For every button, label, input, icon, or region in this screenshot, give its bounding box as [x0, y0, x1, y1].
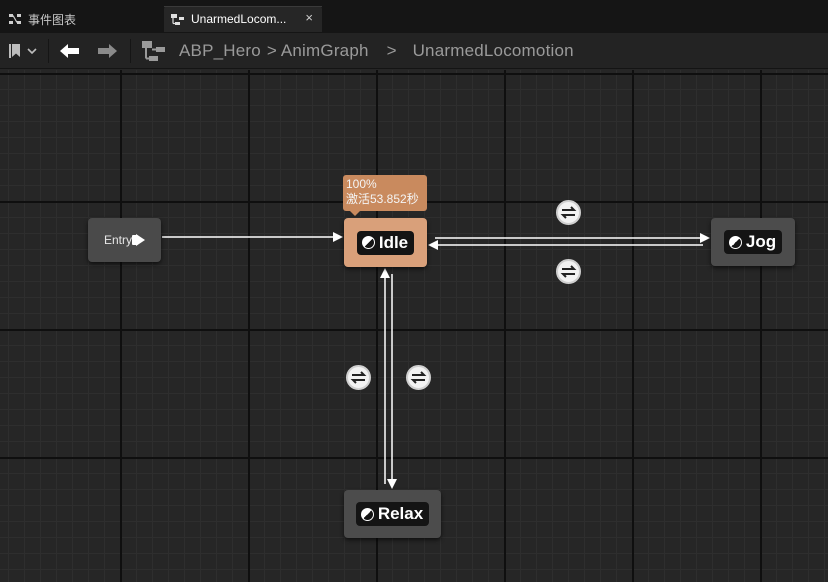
tooltip-active-time: 激活53.852秒 [346, 192, 419, 206]
transition-rule-icon [560, 206, 577, 219]
transition-rule-icon [410, 371, 427, 384]
state-title: Relax [355, 502, 430, 526]
state-node-idle[interactable]: Idle [344, 218, 427, 267]
transition-rule-relax-to-idle[interactable] [346, 365, 371, 390]
state-title: Idle [356, 230, 415, 255]
state-icon [728, 235, 742, 249]
state-icon [361, 236, 375, 249]
state-icon [360, 507, 374, 521]
state-label-jog: Jog [745, 232, 777, 251]
transition-rule-idle-to-relax[interactable] [406, 365, 431, 390]
entry-node-label: Entry [103, 233, 132, 247]
tooltip-weight: 100% [346, 177, 377, 191]
active-state-tooltip: 100% 激活53.852秒 [343, 175, 427, 216]
state-label-idle: Idle [378, 232, 409, 252]
transition-rule-icon [560, 265, 577, 278]
state-node-jog[interactable]: Jog [711, 218, 795, 266]
state-title: Jog [723, 230, 783, 254]
state-label-relax: Relax [377, 504, 424, 523]
entry-node[interactable]: Entry [88, 218, 161, 262]
transition-rule-jog-to-idle[interactable] [556, 259, 581, 284]
entry-output-pin-icon[interactable] [132, 234, 145, 246]
state-node-relax[interactable]: Relax [344, 490, 441, 538]
transition-rule-icon [350, 371, 367, 384]
transition-rule-idle-to-jog[interactable] [556, 200, 581, 225]
